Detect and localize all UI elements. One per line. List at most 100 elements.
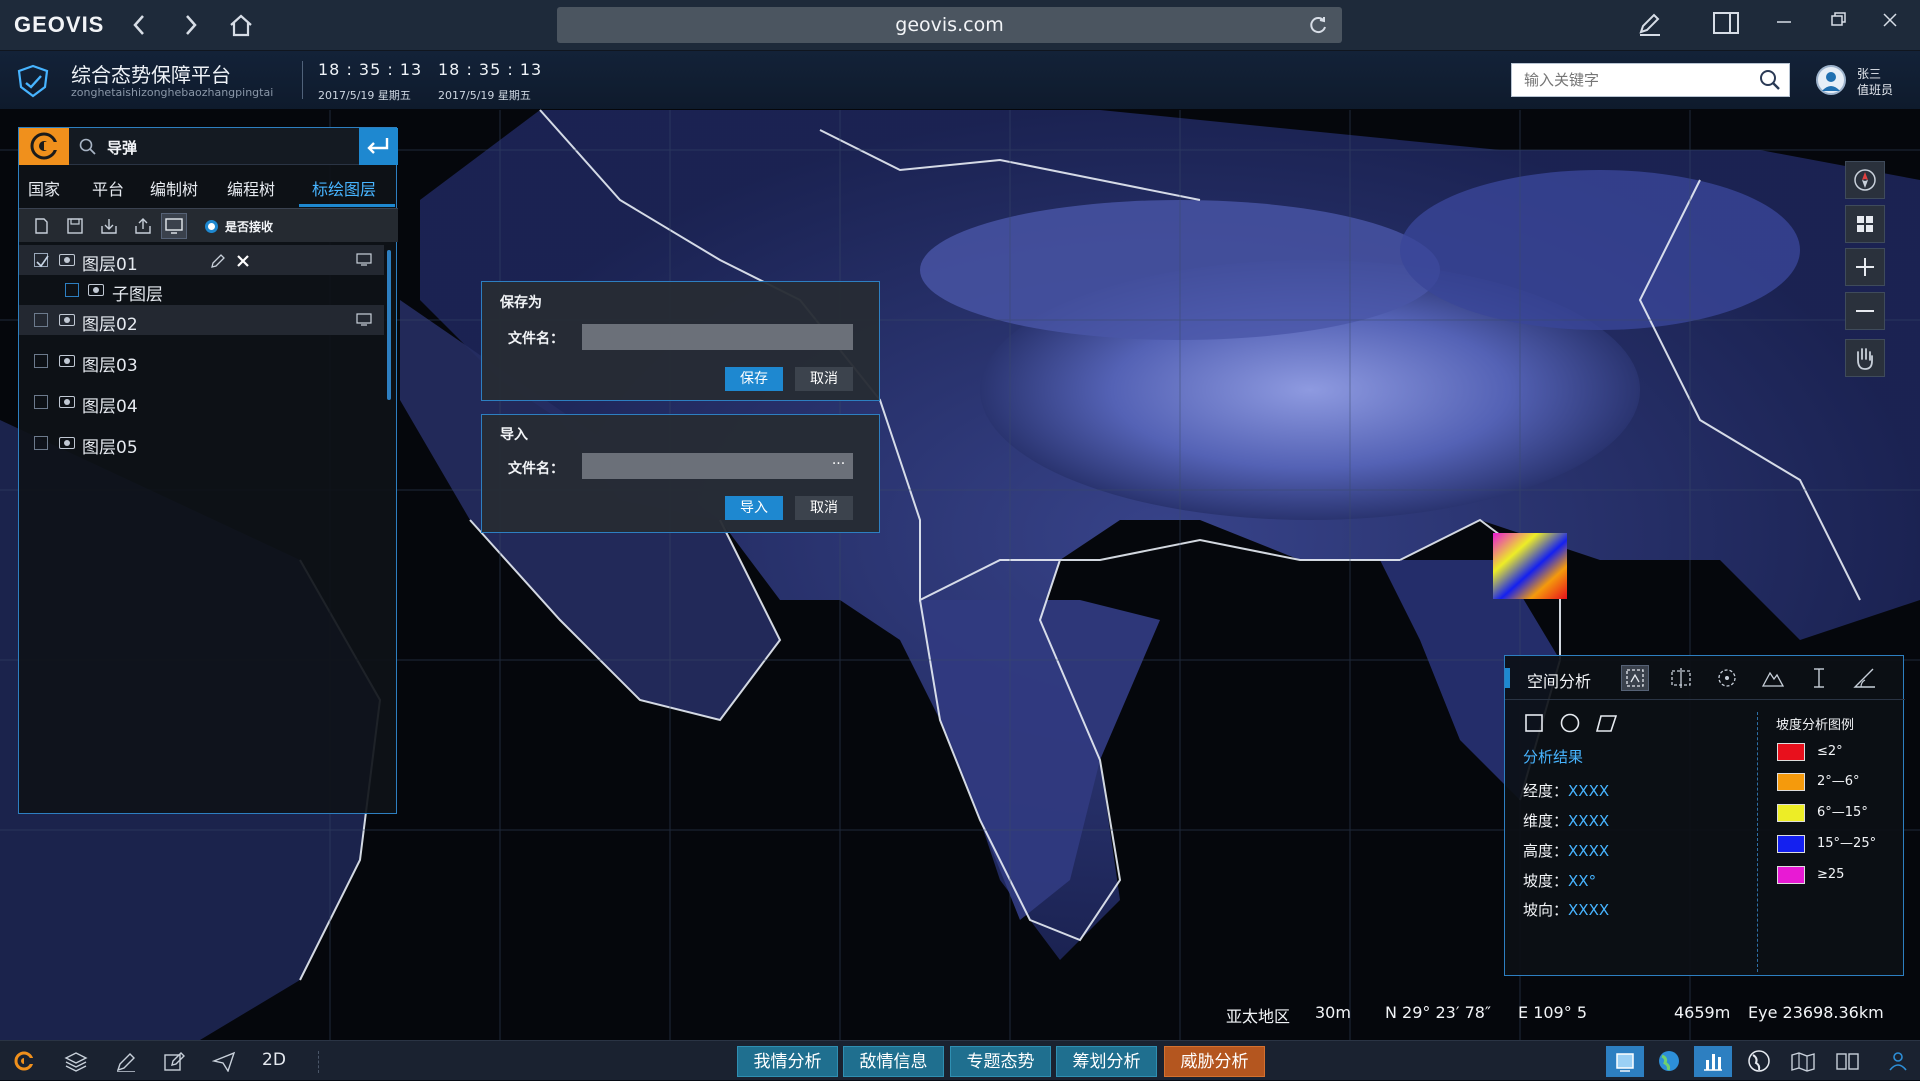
refresh-icon[interactable] bbox=[1308, 15, 1328, 35]
monitor-icon bbox=[165, 218, 183, 234]
layer-01-checkbox[interactable] bbox=[34, 253, 49, 268]
panel-scrollbar[interactable] bbox=[387, 250, 391, 400]
layer-row-05[interactable]: 图层05 bbox=[19, 428, 384, 458]
status-longitude: E 109° 5 bbox=[1518, 1003, 1587, 1022]
eye-icon[interactable] bbox=[88, 284, 104, 296]
minimize-button[interactable] bbox=[1768, 10, 1800, 40]
eye-icon[interactable] bbox=[59, 314, 75, 326]
panel-search[interactable]: 导弹 bbox=[69, 128, 377, 165]
earth-icon bbox=[1659, 1051, 1679, 1071]
search-icon bbox=[79, 138, 96, 155]
zoom-in-button[interactable] bbox=[1845, 248, 1885, 286]
split-screen-button[interactable] bbox=[1828, 1046, 1866, 1077]
panel-search-submit[interactable] bbox=[359, 128, 398, 165]
app-logo-icon[interactable] bbox=[12, 1050, 36, 1072]
save-button[interactable]: 保存 bbox=[725, 367, 783, 391]
forward-button[interactable] bbox=[176, 10, 206, 40]
height-measure-icon[interactable] bbox=[1805, 665, 1833, 691]
window-mode-button[interactable] bbox=[1606, 1046, 1644, 1077]
terrain-profile-icon[interactable] bbox=[1759, 665, 1787, 691]
import-filename-label: 文件名： bbox=[508, 461, 564, 477]
tab-country[interactable]: 国家 bbox=[28, 176, 60, 210]
sublayer-checkbox[interactable] bbox=[65, 283, 79, 297]
tab-thematic-situation[interactable]: 专题态势 bbox=[950, 1046, 1051, 1077]
layer-grid-button[interactable] bbox=[1845, 205, 1885, 243]
eye-icon[interactable] bbox=[59, 396, 75, 408]
tab-friendly-analysis[interactable]: 我情分析 bbox=[737, 1046, 838, 1077]
rectangle-icon[interactable] bbox=[1523, 712, 1545, 734]
annotate-button[interactable] bbox=[1634, 10, 1666, 40]
layer-row-01[interactable]: 图层01 bbox=[19, 245, 384, 275]
eye-icon[interactable] bbox=[59, 355, 75, 367]
app-logo-icon bbox=[30, 132, 58, 160]
delete-icon[interactable] bbox=[235, 253, 251, 269]
slope-tool-button[interactable] bbox=[1621, 665, 1649, 691]
layers-icon[interactable] bbox=[64, 1050, 88, 1072]
search-icon[interactable] bbox=[1759, 69, 1781, 91]
area-select-icon[interactable] bbox=[1667, 665, 1695, 691]
monitor-icon[interactable] bbox=[356, 253, 372, 266]
compass-button[interactable] bbox=[1845, 161, 1885, 199]
globe-button[interactable] bbox=[1740, 1046, 1778, 1077]
tab-threat-analysis[interactable]: 威胁分析 bbox=[1164, 1046, 1265, 1077]
save-filename-input[interactable] bbox=[582, 324, 853, 350]
home-button[interactable] bbox=[226, 10, 256, 40]
tab-program-tree[interactable]: 编程树 bbox=[227, 176, 275, 210]
zoom-out-button[interactable] bbox=[1845, 292, 1885, 330]
avatar[interactable] bbox=[1816, 65, 1846, 95]
viewshed-icon[interactable] bbox=[1713, 665, 1741, 691]
edit-plot-icon[interactable] bbox=[162, 1050, 186, 1072]
new-layer-icon[interactable] bbox=[31, 216, 51, 236]
draw-icon[interactable] bbox=[114, 1050, 138, 1072]
slope-overlay bbox=[1493, 533, 1567, 599]
user-button[interactable] bbox=[1880, 1046, 1916, 1077]
eye-icon[interactable] bbox=[59, 437, 75, 449]
send-icon[interactable] bbox=[212, 1050, 236, 1072]
app-header: 综合态势保障平台 zonghetaishizonghebaozhangpingt… bbox=[0, 51, 1920, 109]
status-scale: 30m bbox=[1315, 1003, 1351, 1022]
receive-radio[interactable] bbox=[205, 220, 218, 233]
eye-icon[interactable] bbox=[59, 254, 75, 266]
close-button[interactable] bbox=[1874, 10, 1906, 40]
layer-04-checkbox[interactable] bbox=[34, 395, 48, 409]
map-view-button[interactable] bbox=[1784, 1046, 1822, 1077]
layer-03-checkbox[interactable] bbox=[34, 354, 48, 368]
import-cancel-button[interactable]: 取消 bbox=[795, 496, 853, 520]
save-icon[interactable] bbox=[65, 216, 85, 236]
edit-icon[interactable] bbox=[210, 253, 226, 269]
save-cancel-button[interactable]: 取消 bbox=[795, 367, 853, 391]
display-toggle[interactable] bbox=[161, 213, 187, 239]
import-filename-input[interactable] bbox=[582, 453, 853, 479]
search-input[interactable] bbox=[1512, 64, 1747, 96]
user-icon bbox=[1822, 72, 1840, 91]
chart-button[interactable] bbox=[1694, 1046, 1732, 1077]
polygon-icon[interactable] bbox=[1595, 712, 1617, 734]
tab-planning-analysis[interactable]: 筹划分析 bbox=[1056, 1046, 1157, 1077]
maximize-button[interactable] bbox=[1822, 10, 1854, 40]
import-button[interactable]: 导入 bbox=[725, 496, 783, 520]
sidebar-toggle-button[interactable] bbox=[1710, 10, 1742, 40]
tab-org-tree[interactable]: 编制树 bbox=[150, 176, 198, 210]
chevron-right-icon bbox=[186, 15, 197, 35]
export-icon[interactable] bbox=[133, 216, 153, 236]
url-bar[interactable]: geovis.com bbox=[557, 7, 1342, 43]
layer-row-04[interactable]: 图层04 bbox=[19, 387, 384, 417]
layer-05-checkbox[interactable] bbox=[34, 436, 48, 450]
angle-measure-icon[interactable] bbox=[1851, 665, 1879, 691]
tab-platform[interactable]: 平台 bbox=[92, 176, 124, 210]
monitor-icon[interactable] bbox=[356, 313, 372, 326]
import-icon[interactable] bbox=[99, 216, 119, 236]
globe-color-button[interactable] bbox=[1650, 1046, 1688, 1077]
tab-enemy-info[interactable]: 敌情信息 bbox=[843, 1046, 944, 1077]
clock-date-2: 2017/5/19 星期五 bbox=[438, 89, 531, 102]
layer-02-checkbox[interactable] bbox=[34, 313, 48, 327]
back-button[interactable] bbox=[124, 10, 154, 40]
layer-row-02[interactable]: 图层02 bbox=[19, 305, 384, 335]
circle-icon[interactable] bbox=[1559, 712, 1581, 734]
browse-button[interactable]: ··· bbox=[824, 453, 853, 479]
save-dialog-title: 保存为 bbox=[500, 295, 542, 311]
view-mode-2d[interactable]: 2D bbox=[262, 1050, 286, 1070]
pan-button[interactable] bbox=[1845, 339, 1885, 377]
layer-row-sub[interactable]: 子图层 bbox=[19, 275, 384, 305]
layer-row-03[interactable]: 图层03 bbox=[19, 346, 384, 376]
